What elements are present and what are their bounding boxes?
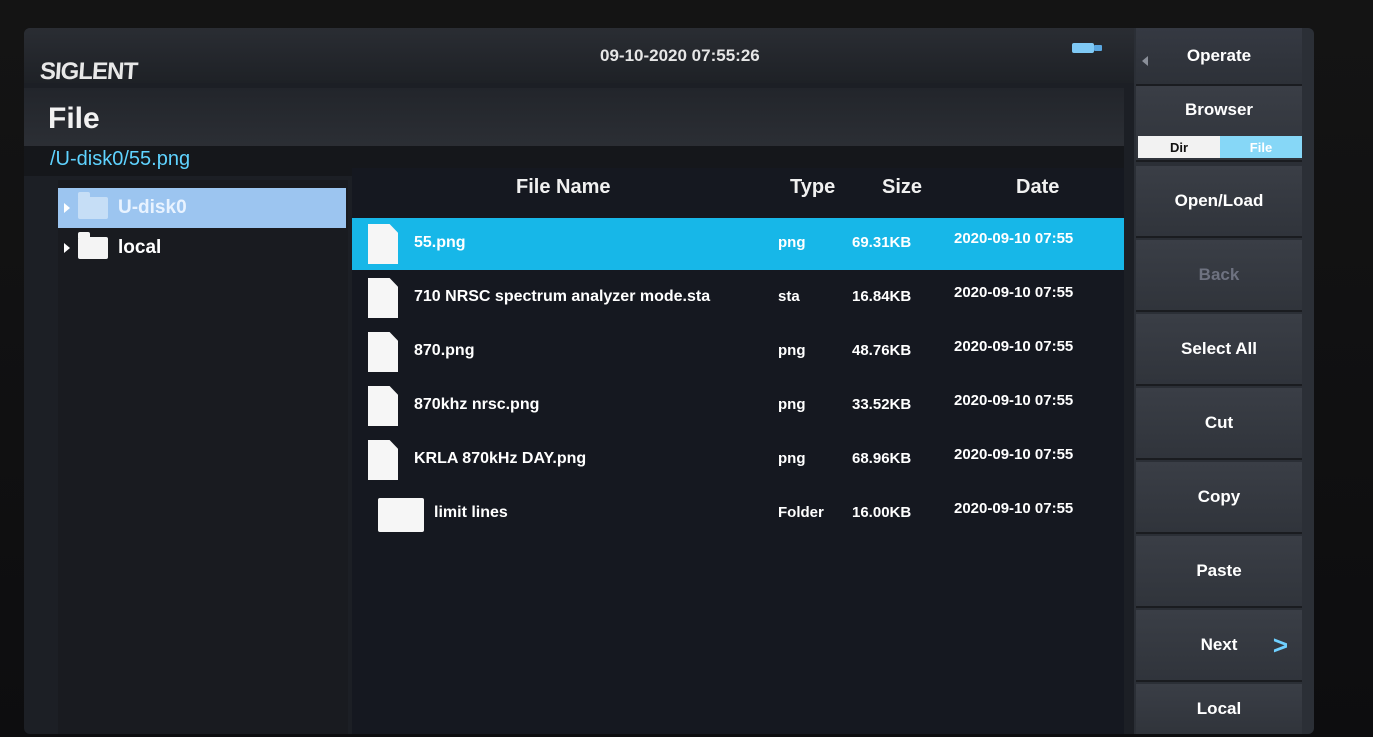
softkey-menu: Operate Browser Dir File Open/Load Back … bbox=[1134, 28, 1314, 734]
file-type: png bbox=[778, 234, 806, 251]
file-type: Folder bbox=[778, 504, 824, 521]
next-button[interactable]: Next > bbox=[1136, 610, 1302, 682]
open-load-button[interactable]: Open/Load bbox=[1136, 166, 1302, 238]
table-row[interactable]: 870khz nrsc.png png 33.52KB 2020-09-10 0… bbox=[352, 380, 1124, 432]
folder-icon bbox=[78, 192, 108, 219]
table-row[interactable]: limit lines Folder 16.00KB 2020-09-10 07… bbox=[352, 488, 1124, 540]
file-date: 2020-09-10 07:55 bbox=[954, 500, 1074, 517]
table-row[interactable]: 870.png png 48.76KB 2020-09-10 07:55 bbox=[352, 326, 1124, 378]
table-row[interactable]: 55.png png 69.31KB 2020-09-10 07:55 bbox=[352, 218, 1124, 270]
toggle-dir[interactable]: Dir bbox=[1138, 136, 1220, 158]
file-type: sta bbox=[778, 288, 800, 305]
file-type: png bbox=[778, 450, 806, 467]
paste-button[interactable]: Paste bbox=[1136, 536, 1302, 608]
file-name: KRLA 870kHz DAY.png bbox=[414, 450, 587, 467]
file-size: 68.96KB bbox=[852, 450, 912, 467]
column-header-name: File Name bbox=[516, 176, 611, 198]
tree-item-label: local bbox=[118, 237, 162, 258]
file-icon bbox=[368, 386, 398, 426]
file-icon bbox=[368, 440, 398, 480]
directory-tree: U-disk0 local bbox=[58, 180, 348, 734]
folder-icon bbox=[378, 498, 424, 532]
open-load-label: Open/Load bbox=[1174, 191, 1264, 210]
cut-label: Cut bbox=[1204, 413, 1234, 432]
file-size: 69.31KB bbox=[852, 234, 912, 251]
status-bar: SIGLENT 09-10-2020 07:55:26 bbox=[24, 28, 1134, 85]
operate-header: Operate bbox=[1136, 28, 1302, 86]
file-date: 2020-09-10 07:55 bbox=[954, 284, 1074, 301]
datetime: 09-10-2020 07:55:26 bbox=[600, 46, 760, 65]
chevron-right-icon: > bbox=[1272, 629, 1288, 660]
next-label: Next bbox=[1200, 635, 1238, 654]
instrument-screen: SIGLENT 09-10-2020 07:55:26 File /U-disk… bbox=[24, 28, 1314, 734]
operate-label: Operate bbox=[1186, 46, 1252, 65]
dir-file-toggle[interactable]: Dir File bbox=[1138, 136, 1302, 158]
tree-item-label: U-disk0 bbox=[118, 197, 187, 218]
table-row[interactable]: 710 NRSC spectrum analyzer mode.sta sta … bbox=[352, 272, 1124, 324]
title-strip bbox=[24, 88, 1124, 150]
select-all-button[interactable]: Select All bbox=[1136, 314, 1302, 386]
file-table: File Name Type Size Date 55.png png 69.3… bbox=[352, 168, 1124, 734]
back-label: Back bbox=[1198, 265, 1240, 284]
current-path: /U-disk0/55.png bbox=[50, 148, 191, 170]
column-header-size: Size bbox=[882, 176, 923, 198]
tree-item-u-disk0[interactable]: U-disk0 bbox=[58, 188, 346, 228]
file-icon bbox=[368, 278, 398, 318]
column-header-date: Date bbox=[1016, 176, 1060, 198]
triangle-left-icon bbox=[1142, 56, 1148, 66]
file-name: 870.png bbox=[414, 342, 475, 359]
browser-label: Browser bbox=[1184, 100, 1254, 119]
table-row[interactable]: KRLA 870kHz DAY.png png 68.96KB 2020-09-… bbox=[352, 434, 1124, 486]
file-date: 2020-09-10 07:55 bbox=[954, 446, 1074, 463]
paste-label: Paste bbox=[1196, 561, 1242, 580]
folder-icon bbox=[78, 232, 108, 259]
tree-item-local[interactable]: local bbox=[58, 228, 346, 268]
file-size: 33.52KB bbox=[852, 396, 912, 413]
file-name: 55.png bbox=[414, 234, 466, 251]
file-date: 2020-09-10 07:55 bbox=[954, 392, 1074, 409]
toggle-file[interactable]: File bbox=[1220, 136, 1302, 158]
copy-button[interactable]: Copy bbox=[1136, 462, 1302, 534]
expand-arrow-icon[interactable] bbox=[64, 243, 70, 253]
file-name: 870khz nrsc.png bbox=[414, 396, 540, 413]
page-title: File bbox=[48, 102, 100, 135]
file-name: limit lines bbox=[434, 504, 508, 521]
select-all-label: Select All bbox=[1181, 339, 1257, 358]
file-name: 710 NRSC spectrum analyzer mode.sta bbox=[414, 288, 711, 305]
cut-button[interactable]: Cut bbox=[1136, 388, 1302, 460]
expand-arrow-icon[interactable] bbox=[64, 203, 70, 213]
file-size: 16.84KB bbox=[852, 288, 912, 305]
file-icon bbox=[368, 332, 398, 372]
file-size: 48.76KB bbox=[852, 342, 912, 359]
copy-label: Copy bbox=[1197, 487, 1241, 506]
back-button[interactable]: Back bbox=[1136, 240, 1302, 312]
file-type: png bbox=[778, 396, 806, 413]
brand-logo: SIGLENT bbox=[39, 58, 138, 85]
file-type: png bbox=[778, 342, 806, 359]
file-date: 2020-09-10 07:55 bbox=[954, 338, 1074, 355]
local-button[interactable]: Local bbox=[1136, 684, 1302, 734]
file-icon bbox=[368, 224, 398, 264]
usb-icon bbox=[1072, 43, 1102, 53]
file-size: 16.00KB bbox=[852, 504, 912, 521]
file-date: 2020-09-10 07:55 bbox=[954, 230, 1074, 247]
column-header-type: Type bbox=[790, 176, 836, 198]
local-label: Local bbox=[1196, 699, 1242, 718]
